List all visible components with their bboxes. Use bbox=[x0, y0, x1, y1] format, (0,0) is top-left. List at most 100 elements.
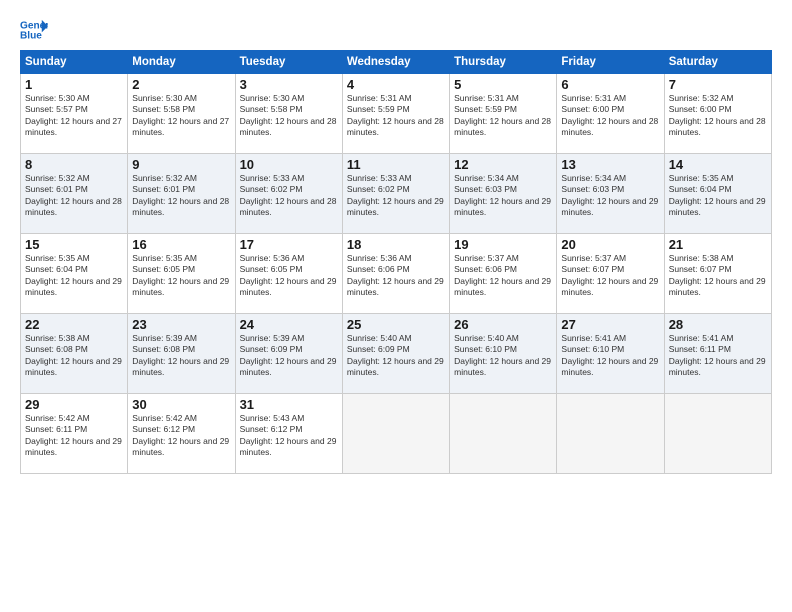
day-number: 15 bbox=[25, 237, 123, 252]
day-info: Sunrise: 5:35 AMSunset: 6:05 PMDaylight:… bbox=[132, 253, 229, 297]
col-friday: Friday bbox=[557, 51, 664, 74]
day-info: Sunrise: 5:41 AMSunset: 6:10 PMDaylight:… bbox=[561, 333, 658, 377]
day-info: Sunrise: 5:38 AMSunset: 6:07 PMDaylight:… bbox=[669, 253, 766, 297]
day-info: Sunrise: 5:34 AMSunset: 6:03 PMDaylight:… bbox=[561, 173, 658, 217]
calendar-cell: 31 Sunrise: 5:43 AMSunset: 6:12 PMDaylig… bbox=[235, 394, 342, 474]
day-number: 7 bbox=[669, 77, 767, 92]
day-info: Sunrise: 5:31 AMSunset: 5:59 PMDaylight:… bbox=[347, 93, 444, 137]
calendar-cell: 16 Sunrise: 5:35 AMSunset: 6:05 PMDaylig… bbox=[128, 234, 235, 314]
calendar-cell bbox=[557, 394, 664, 474]
calendar-cell: 29 Sunrise: 5:42 AMSunset: 6:11 PMDaylig… bbox=[21, 394, 128, 474]
calendar-cell: 1 Sunrise: 5:30 AMSunset: 5:57 PMDayligh… bbox=[21, 74, 128, 154]
day-number: 3 bbox=[240, 77, 338, 92]
calendar-cell: 20 Sunrise: 5:37 AMSunset: 6:07 PMDaylig… bbox=[557, 234, 664, 314]
day-info: Sunrise: 5:34 AMSunset: 6:03 PMDaylight:… bbox=[454, 173, 551, 217]
calendar-cell: 10 Sunrise: 5:33 AMSunset: 6:02 PMDaylig… bbox=[235, 154, 342, 234]
calendar-cell: 21 Sunrise: 5:38 AMSunset: 6:07 PMDaylig… bbox=[664, 234, 771, 314]
col-sunday: Sunday bbox=[21, 51, 128, 74]
day-info: Sunrise: 5:37 AMSunset: 6:06 PMDaylight:… bbox=[454, 253, 551, 297]
calendar-row: 1 Sunrise: 5:30 AMSunset: 5:57 PMDayligh… bbox=[21, 74, 772, 154]
calendar-cell: 27 Sunrise: 5:41 AMSunset: 6:10 PMDaylig… bbox=[557, 314, 664, 394]
day-number: 23 bbox=[132, 317, 230, 332]
day-info: Sunrise: 5:35 AMSunset: 6:04 PMDaylight:… bbox=[669, 173, 766, 217]
day-number: 5 bbox=[454, 77, 552, 92]
calendar-header-row: Sunday Monday Tuesday Wednesday Thursday… bbox=[21, 51, 772, 74]
day-number: 6 bbox=[561, 77, 659, 92]
day-number: 28 bbox=[669, 317, 767, 332]
calendar-cell: 3 Sunrise: 5:30 AMSunset: 5:58 PMDayligh… bbox=[235, 74, 342, 154]
calendar-cell: 8 Sunrise: 5:32 AMSunset: 6:01 PMDayligh… bbox=[21, 154, 128, 234]
col-monday: Monday bbox=[128, 51, 235, 74]
calendar-row: 29 Sunrise: 5:42 AMSunset: 6:11 PMDaylig… bbox=[21, 394, 772, 474]
calendar-cell: 19 Sunrise: 5:37 AMSunset: 6:06 PMDaylig… bbox=[450, 234, 557, 314]
calendar-cell bbox=[342, 394, 449, 474]
calendar-cell: 15 Sunrise: 5:35 AMSunset: 6:04 PMDaylig… bbox=[21, 234, 128, 314]
day-info: Sunrise: 5:31 AMSunset: 6:00 PMDaylight:… bbox=[561, 93, 658, 137]
day-info: Sunrise: 5:30 AMSunset: 5:58 PMDaylight:… bbox=[132, 93, 229, 137]
day-info: Sunrise: 5:32 AMSunset: 6:01 PMDaylight:… bbox=[132, 173, 229, 217]
day-info: Sunrise: 5:38 AMSunset: 6:08 PMDaylight:… bbox=[25, 333, 122, 377]
general-blue-logo-icon: General Blue bbox=[20, 18, 48, 42]
day-info: Sunrise: 5:42 AMSunset: 6:11 PMDaylight:… bbox=[25, 413, 122, 457]
day-number: 4 bbox=[347, 77, 445, 92]
day-number: 30 bbox=[132, 397, 230, 412]
day-info: Sunrise: 5:39 AMSunset: 6:09 PMDaylight:… bbox=[240, 333, 337, 377]
day-info: Sunrise: 5:31 AMSunset: 5:59 PMDaylight:… bbox=[454, 93, 551, 137]
day-number: 13 bbox=[561, 157, 659, 172]
day-number: 25 bbox=[347, 317, 445, 332]
day-number: 17 bbox=[240, 237, 338, 252]
day-info: Sunrise: 5:39 AMSunset: 6:08 PMDaylight:… bbox=[132, 333, 229, 377]
calendar-cell: 26 Sunrise: 5:40 AMSunset: 6:10 PMDaylig… bbox=[450, 314, 557, 394]
calendar-cell: 28 Sunrise: 5:41 AMSunset: 6:11 PMDaylig… bbox=[664, 314, 771, 394]
calendar-cell: 18 Sunrise: 5:36 AMSunset: 6:06 PMDaylig… bbox=[342, 234, 449, 314]
col-saturday: Saturday bbox=[664, 51, 771, 74]
logo: General Blue bbox=[20, 18, 50, 42]
page: General Blue Sunday Monday Tuesday Wedne… bbox=[0, 0, 792, 612]
day-number: 1 bbox=[25, 77, 123, 92]
day-number: 29 bbox=[25, 397, 123, 412]
day-info: Sunrise: 5:42 AMSunset: 6:12 PMDaylight:… bbox=[132, 413, 229, 457]
day-number: 20 bbox=[561, 237, 659, 252]
day-number: 27 bbox=[561, 317, 659, 332]
svg-text:Blue: Blue bbox=[20, 31, 42, 42]
day-number: 16 bbox=[132, 237, 230, 252]
col-thursday: Thursday bbox=[450, 51, 557, 74]
day-info: Sunrise: 5:32 AMSunset: 6:00 PMDaylight:… bbox=[669, 93, 766, 137]
day-number: 2 bbox=[132, 77, 230, 92]
calendar-row: 15 Sunrise: 5:35 AMSunset: 6:04 PMDaylig… bbox=[21, 234, 772, 314]
calendar-cell bbox=[664, 394, 771, 474]
calendar-cell: 25 Sunrise: 5:40 AMSunset: 6:09 PMDaylig… bbox=[342, 314, 449, 394]
calendar-cell: 14 Sunrise: 5:35 AMSunset: 6:04 PMDaylig… bbox=[664, 154, 771, 234]
calendar-cell: 23 Sunrise: 5:39 AMSunset: 6:08 PMDaylig… bbox=[128, 314, 235, 394]
calendar-cell: 17 Sunrise: 5:36 AMSunset: 6:05 PMDaylig… bbox=[235, 234, 342, 314]
calendar-row: 8 Sunrise: 5:32 AMSunset: 6:01 PMDayligh… bbox=[21, 154, 772, 234]
day-info: Sunrise: 5:33 AMSunset: 6:02 PMDaylight:… bbox=[347, 173, 444, 217]
day-info: Sunrise: 5:40 AMSunset: 6:10 PMDaylight:… bbox=[454, 333, 551, 377]
day-info: Sunrise: 5:30 AMSunset: 5:57 PMDaylight:… bbox=[25, 93, 122, 137]
day-number: 26 bbox=[454, 317, 552, 332]
calendar-cell: 9 Sunrise: 5:32 AMSunset: 6:01 PMDayligh… bbox=[128, 154, 235, 234]
day-number: 19 bbox=[454, 237, 552, 252]
day-number: 14 bbox=[669, 157, 767, 172]
day-info: Sunrise: 5:30 AMSunset: 5:58 PMDaylight:… bbox=[240, 93, 337, 137]
header: General Blue bbox=[20, 18, 772, 42]
day-info: Sunrise: 5:32 AMSunset: 6:01 PMDaylight:… bbox=[25, 173, 122, 217]
calendar-cell: 24 Sunrise: 5:39 AMSunset: 6:09 PMDaylig… bbox=[235, 314, 342, 394]
calendar-cell: 5 Sunrise: 5:31 AMSunset: 5:59 PMDayligh… bbox=[450, 74, 557, 154]
day-number: 9 bbox=[132, 157, 230, 172]
calendar-cell bbox=[450, 394, 557, 474]
calendar-cell: 30 Sunrise: 5:42 AMSunset: 6:12 PMDaylig… bbox=[128, 394, 235, 474]
day-info: Sunrise: 5:33 AMSunset: 6:02 PMDaylight:… bbox=[240, 173, 337, 217]
day-info: Sunrise: 5:36 AMSunset: 6:05 PMDaylight:… bbox=[240, 253, 337, 297]
day-info: Sunrise: 5:41 AMSunset: 6:11 PMDaylight:… bbox=[669, 333, 766, 377]
calendar-cell: 7 Sunrise: 5:32 AMSunset: 6:00 PMDayligh… bbox=[664, 74, 771, 154]
day-number: 10 bbox=[240, 157, 338, 172]
day-number: 21 bbox=[669, 237, 767, 252]
calendar-cell: 2 Sunrise: 5:30 AMSunset: 5:58 PMDayligh… bbox=[128, 74, 235, 154]
day-info: Sunrise: 5:43 AMSunset: 6:12 PMDaylight:… bbox=[240, 413, 337, 457]
day-info: Sunrise: 5:40 AMSunset: 6:09 PMDaylight:… bbox=[347, 333, 444, 377]
day-info: Sunrise: 5:35 AMSunset: 6:04 PMDaylight:… bbox=[25, 253, 122, 297]
calendar-row: 22 Sunrise: 5:38 AMSunset: 6:08 PMDaylig… bbox=[21, 314, 772, 394]
day-number: 18 bbox=[347, 237, 445, 252]
col-wednesday: Wednesday bbox=[342, 51, 449, 74]
